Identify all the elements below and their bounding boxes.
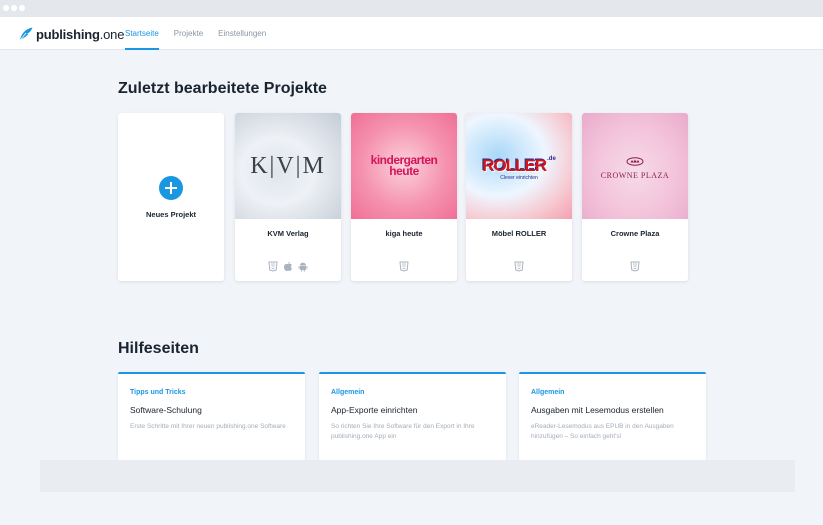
kiga-heute-logo: kindergarten heute <box>371 154 438 178</box>
help-card-software-schulung[interactable]: Tipps und Tricks Software-Schulung Erste… <box>118 372 305 460</box>
html5-icon <box>630 261 640 272</box>
feather-logo-icon <box>19 27 33 42</box>
logo-wordmark: publishing.one <box>36 27 124 42</box>
tab-startseite[interactable]: Startseite <box>125 17 159 50</box>
html5-icon <box>268 261 278 272</box>
project-name: kiga heute <box>385 229 423 238</box>
help-card-description: Erste Schritte mit Ihrer neuen publishin… <box>130 423 286 430</box>
platform-icons <box>235 261 341 272</box>
help-card-title: App-Exporte einrichten <box>331 405 418 415</box>
kvm-logo: K|V|M <box>250 152 326 179</box>
project-thumbnail: ROLLER .de Clever einrichten <box>466 113 572 219</box>
crowne-emblem-icon <box>626 156 644 166</box>
crowne-plaza-logo: CROWNE PLAZA <box>601 153 669 180</box>
help-card-category: Tipps und Tricks <box>130 389 186 396</box>
main-nav: Startseite Projekte Einstellungen <box>125 17 281 50</box>
help-card-lesemodus[interactable]: Allgemein Ausgaben mit Lesemodus erstell… <box>519 372 706 460</box>
project-card-moebel-roller[interactable]: ROLLER .de Clever einrichten Möbel ROLLER <box>466 113 572 281</box>
help-card-app-exporte[interactable]: Allgemein App-Exporte einrichten So rich… <box>319 372 506 460</box>
recent-projects-title: Zuletzt bearbeitete Projekte <box>118 80 327 97</box>
kiga-logo-line-2: heute <box>389 164 419 178</box>
help-pages-title: Hilfeseiten <box>118 340 199 357</box>
plus-icon <box>159 176 183 200</box>
tab-einstellungen[interactable]: Einstellungen <box>218 17 266 50</box>
new-project-label: Neues Projekt <box>145 210 197 219</box>
publishing-one-logo[interactable]: publishing.one <box>18 25 124 43</box>
crowne-plaza-wordmark: CROWNE PLAZA <box>600 170 670 180</box>
project-thumbnail: CROWNE PLAZA <box>582 113 688 219</box>
project-name: Crowne Plaza <box>610 229 660 238</box>
top-navigation-bar: publishing.one Startseite Projekte Einst… <box>0 17 823 50</box>
project-card-kiga-heute[interactable]: kindergarten heute kiga heute <box>351 113 457 281</box>
new-project-card[interactable]: Neues Projekt <box>118 113 224 281</box>
platform-icons <box>351 261 457 272</box>
help-card-title: Ausgaben mit Lesemodus erstellen <box>531 405 664 415</box>
help-card-description: eReader-Lesemodus aus EPUB in den Ausgab… <box>531 423 674 440</box>
project-card-crowne-plaza[interactable]: CROWNE PLAZA Crowne Plaza <box>582 113 688 281</box>
roller-logo-suffix: .de <box>547 156 556 162</box>
window-titlebar <box>0 0 823 17</box>
project-name: Möbel ROLLER <box>491 229 547 238</box>
logo-wordmark-light: .one <box>99 26 125 42</box>
project-thumbnail: kindergarten heute <box>351 113 457 219</box>
page-bottom-band <box>0 492 823 525</box>
apple-icon <box>283 261 292 272</box>
html5-icon <box>399 261 409 272</box>
window-dot-icon <box>3 5 9 11</box>
project-card-kvm-verlag[interactable]: K|V|M KVM Verlag <box>235 113 341 281</box>
help-card-category: Allgemein <box>331 389 365 396</box>
content-fade-overlay <box>40 460 795 492</box>
platform-icons <box>466 261 572 272</box>
tab-projekte[interactable]: Projekte <box>174 17 203 50</box>
window-dot-icon <box>11 5 17 11</box>
html5-icon <box>514 261 524 272</box>
help-card-category: Allgemein <box>531 389 565 396</box>
help-card-title: Software-Schulung <box>130 405 202 415</box>
project-thumbnail: K|V|M <box>235 113 341 219</box>
roller-slogan: Clever einrichten <box>500 175 538 181</box>
project-name: KVM Verlag <box>267 229 309 238</box>
roller-logo-text: ROLLER <box>482 156 547 175</box>
help-card-description: So richten Sie Ihre Software für den Exp… <box>331 423 475 440</box>
window-dot-icon <box>19 5 25 11</box>
android-icon <box>298 262 308 272</box>
logo-wordmark-bold: publishing <box>36 26 100 42</box>
platform-icons <box>582 261 688 272</box>
roller-logo: ROLLER .de <box>482 156 556 176</box>
